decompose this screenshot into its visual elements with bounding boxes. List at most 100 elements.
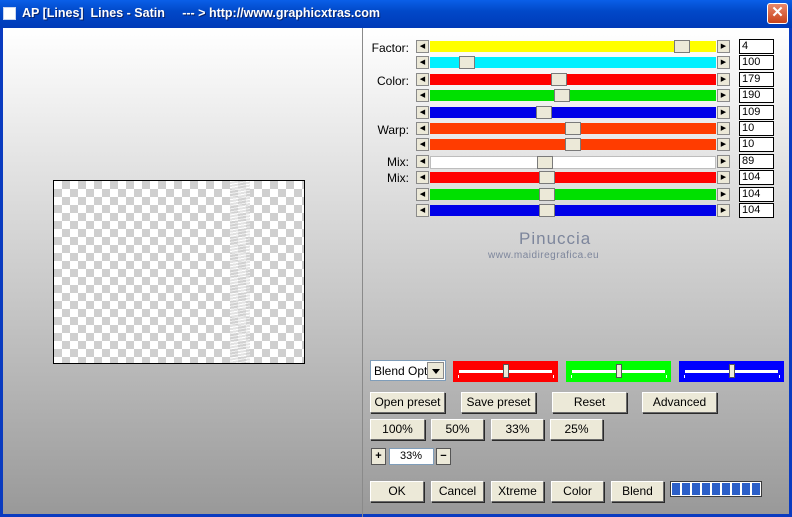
slider-track[interactable] [430, 40, 716, 53]
slider-value-field[interactable]: 89 [739, 154, 774, 169]
slider-track[interactable] [430, 138, 716, 151]
slider-track[interactable] [430, 122, 716, 135]
zoom-25-button[interactable]: 25% [550, 419, 603, 440]
slider-value-field[interactable]: 190 [739, 88, 774, 103]
slider-9[interactable]: ◀ ▶ [416, 188, 730, 201]
slider-left-arrow-icon[interactable]: ◀ [416, 73, 429, 86]
slider-right-arrow-icon[interactable]: ▶ [717, 138, 730, 151]
slider-left-arrow-icon[interactable]: ◀ [416, 56, 429, 69]
slider-track[interactable] [430, 188, 716, 201]
slider-thumb[interactable] [565, 122, 581, 135]
blend-options-select[interactable]: Blend Optio [370, 360, 446, 381]
slider-7[interactable]: ◀ ▶ [416, 155, 730, 169]
advanced-button[interactable]: Advanced [642, 392, 717, 413]
cancel-button[interactable]: Cancel [431, 481, 484, 502]
slider-thumb[interactable] [536, 106, 553, 119]
blend-slider-tick [552, 375, 554, 378]
slider-thumb[interactable] [459, 56, 476, 69]
slider-value-field[interactable]: 179 [739, 72, 774, 87]
slider-track[interactable] [430, 171, 716, 184]
open-preset-button[interactable]: Open preset [370, 392, 445, 413]
xtreme-button[interactable]: Xtreme [491, 481, 544, 502]
slider-1[interactable]: ◀ ▶ [416, 56, 730, 69]
zoom-out-button[interactable]: − [436, 448, 451, 465]
slider-left-arrow-icon[interactable]: ◀ [416, 155, 429, 168]
mix-label: Mix: [387, 155, 409, 169]
slider-5[interactable]: ◀ ▶ [416, 122, 730, 135]
slider-left-arrow-icon[interactable]: ◀ [416, 188, 429, 201]
close-button[interactable]: ✕ [767, 3, 788, 24]
blend-slider-knob[interactable] [615, 364, 622, 378]
slider-thumb[interactable] [565, 138, 581, 151]
save-preset-button[interactable]: Save preset [461, 392, 536, 413]
slider-right-arrow-icon[interactable]: ▶ [717, 188, 730, 201]
slider-thumb[interactable] [673, 40, 690, 53]
blend-button[interactable]: Blend [611, 481, 664, 502]
slider-right-arrow-icon[interactable]: ▶ [717, 89, 730, 102]
slider-left-arrow-icon[interactable]: ◀ [416, 89, 429, 102]
mix-label-2: Mix: [387, 171, 409, 185]
slider-thumb[interactable] [550, 73, 567, 86]
slider-left-arrow-icon[interactable]: ◀ [416, 204, 429, 217]
blend-slider-knob[interactable] [502, 364, 509, 378]
zoom-100-button[interactable]: 100% [370, 419, 425, 440]
slider-value-field[interactable]: 109 [739, 105, 774, 120]
slider-0[interactable]: ◀ ▶ [416, 40, 730, 53]
slider-thumb[interactable] [539, 204, 556, 217]
slider-thumb[interactable] [539, 188, 556, 201]
slider-left-arrow-icon[interactable]: ◀ [416, 122, 429, 135]
slider-left-arrow-icon[interactable]: ◀ [416, 40, 429, 53]
slider-value-field[interactable]: 10 [739, 137, 774, 152]
slider-2[interactable]: ◀ ▶ [416, 73, 730, 86]
slider-thumb[interactable] [553, 89, 570, 102]
slider-right-arrow-icon[interactable]: ▶ [717, 106, 730, 119]
slider-value-field[interactable]: 4 [739, 39, 774, 54]
slider-right-arrow-icon[interactable]: ▶ [717, 171, 730, 184]
slider-left-arrow-icon[interactable]: ◀ [416, 171, 429, 184]
slider-right-arrow-icon[interactable]: ▶ [717, 73, 730, 86]
chevron-down-icon[interactable] [427, 362, 444, 379]
slider-4[interactable]: ◀ ▶ [416, 106, 730, 119]
title-bar: AP [Lines] Lines - Satin --- > http://ww… [0, 0, 792, 28]
slider-value-field[interactable]: 104 [739, 187, 774, 202]
slider-value-field[interactable]: 100 [739, 55, 774, 70]
slider-10[interactable]: ◀ ▶ [416, 204, 730, 217]
slider-left-arrow-icon[interactable]: ◀ [416, 138, 429, 151]
zoom-50-button[interactable]: 50% [431, 419, 484, 440]
slider-value-field[interactable]: 10 [739, 121, 774, 136]
slider-right-arrow-icon[interactable]: ▶ [717, 40, 730, 53]
slider-track[interactable] [430, 56, 716, 69]
blend-color-slider-2[interactable] [679, 361, 784, 382]
slider-thumb[interactable] [536, 156, 553, 169]
blend-options-value: Blend Optio [374, 364, 428, 378]
app-icon[interactable] [3, 7, 16, 20]
blend-slider-knob[interactable] [728, 364, 735, 378]
slider-value-field[interactable]: 104 [739, 203, 774, 218]
slider-thumb[interactable] [539, 171, 556, 184]
slider-value-field[interactable]: 104 [739, 170, 774, 185]
zoom-33-button[interactable]: 33% [491, 419, 544, 440]
slider-right-arrow-icon[interactable]: ▶ [717, 204, 730, 217]
slider-track[interactable] [430, 156, 716, 169]
slider-track[interactable] [430, 73, 716, 86]
zoom-value[interactable]: 33% [389, 448, 434, 465]
slider-right-arrow-icon[interactable]: ▶ [717, 122, 730, 135]
watermark-site: www.maidiregrafica.eu [488, 250, 600, 261]
blend-color-slider-0[interactable] [453, 361, 558, 382]
slider-6[interactable]: ◀ ▶ [416, 138, 730, 151]
slider-right-arrow-icon[interactable]: ▶ [717, 155, 730, 168]
blend-color-slider-1[interactable] [566, 361, 671, 382]
slider-track[interactable] [430, 204, 716, 217]
preview-canvas[interactable] [53, 180, 305, 364]
slider-track[interactable] [430, 106, 716, 119]
color-button[interactable]: Color [551, 481, 604, 502]
color-label: Color: [376, 74, 409, 88]
slider-3[interactable]: ◀ ▶ [416, 89, 730, 102]
reset-button[interactable]: Reset [552, 392, 627, 413]
slider-right-arrow-icon[interactable]: ▶ [717, 56, 730, 69]
ok-button[interactable]: OK [370, 481, 424, 502]
slider-track[interactable] [430, 89, 716, 102]
slider-8[interactable]: ◀ ▶ [416, 171, 730, 184]
zoom-in-button[interactable]: + [371, 448, 386, 465]
slider-left-arrow-icon[interactable]: ◀ [416, 106, 429, 119]
